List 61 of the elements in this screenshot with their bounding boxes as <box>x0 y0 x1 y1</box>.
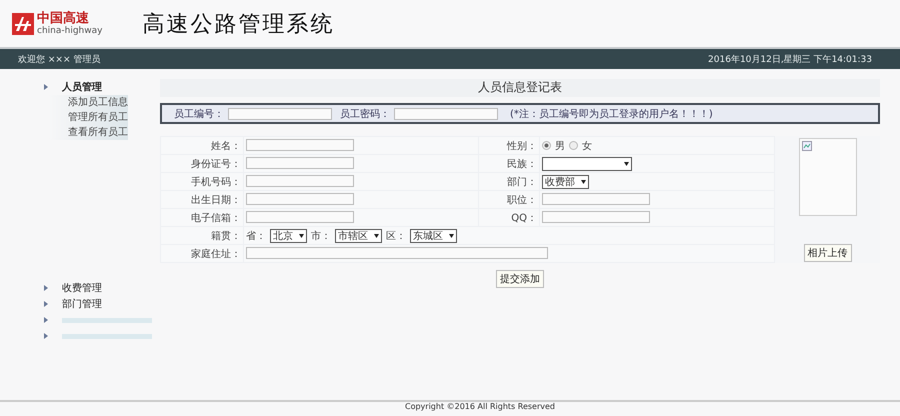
field-label: 市： <box>311 230 331 242</box>
input-field[interactable] <box>246 138 354 151</box>
date-time: 2016年10月12日,星期三 下午14:01:33 <box>708 54 872 66</box>
logo-subtitle: china-highway <box>37 26 102 36</box>
logo-icon <box>12 12 34 34</box>
copyright-text: Copyright ©2016 All Rights Reserved <box>404 402 555 413</box>
input-field[interactable] <box>246 156 354 169</box>
dropdown[interactable]: 东城区 <box>410 228 457 242</box>
field-label: 省： <box>246 230 266 242</box>
input-field[interactable] <box>246 174 354 187</box>
welcome-text: 欢迎您 ××× 管理员 <box>18 54 100 66</box>
employee-id-field[interactable] <box>228 108 332 120</box>
field-label: 员工编号： <box>174 108 224 120</box>
field-label: 身份证号： <box>191 158 241 170</box>
input-field[interactable] <box>246 246 548 259</box>
field-label: QQ： <box>511 212 537 224</box>
note-text: (*注：员工编号即为员工登录的用户名！！！) <box>510 108 713 120</box>
logo-title: 中国高速 <box>37 12 90 26</box>
radio-label: 男 <box>555 140 565 152</box>
arrow-icon <box>44 317 48 323</box>
submit-button[interactable]: 提交添加 <box>496 270 544 288</box>
field-label: 部门： <box>507 176 537 188</box>
sidebar-group[interactable]: 人员管理 <box>62 80 102 94</box>
field-label: 电子信箱： <box>191 212 241 224</box>
dropdown[interactable]: 市辖区 <box>335 228 382 242</box>
input-field[interactable] <box>542 210 650 223</box>
caret-icon <box>374 234 379 238</box>
field-label: 民族： <box>507 158 537 170</box>
field-label: 性别： <box>507 140 537 152</box>
sidebar-group[interactable]: 收费管理 <box>62 281 102 295</box>
field-label: 家庭住址： <box>191 248 241 260</box>
dropdown[interactable]: 北京 <box>270 228 307 242</box>
system-title: 高速公路管理系统 <box>142 10 334 38</box>
radio-label: 女 <box>582 140 592 152</box>
input-field[interactable] <box>246 192 354 205</box>
caret-icon <box>449 234 454 238</box>
input-field[interactable] <box>542 192 650 205</box>
field-label: 职位： <box>507 194 537 206</box>
caret-icon <box>581 180 586 184</box>
field-label: 员工密码： <box>340 108 390 120</box>
arrow-icon <box>44 333 48 339</box>
field-label: 手机号码： <box>191 176 241 188</box>
radio-button[interactable] <box>542 141 551 150</box>
broken-image-icon <box>802 141 812 151</box>
caret-icon <box>299 234 304 238</box>
dropdown[interactable]: 收费部 <box>542 174 589 188</box>
form-title: 人员信息登记表 <box>160 79 880 97</box>
field-label: 区： <box>386 230 406 242</box>
field-label: 籍贯： <box>211 230 241 242</box>
arrow-icon <box>44 285 48 291</box>
password-field[interactable] <box>394 108 498 120</box>
dropdown[interactable] <box>542 156 632 170</box>
arrow-icon <box>44 84 48 90</box>
input-field[interactable] <box>246 210 354 223</box>
radio-button[interactable] <box>569 141 578 150</box>
field-label: 出生日期： <box>191 194 241 206</box>
caret-icon <box>624 162 629 166</box>
field-label: 姓名： <box>211 140 241 152</box>
upload-photo-button[interactable]: 相片上传 <box>804 244 852 262</box>
arrow-icon <box>44 301 48 307</box>
sidebar-group[interactable]: 部门管理 <box>62 297 102 311</box>
